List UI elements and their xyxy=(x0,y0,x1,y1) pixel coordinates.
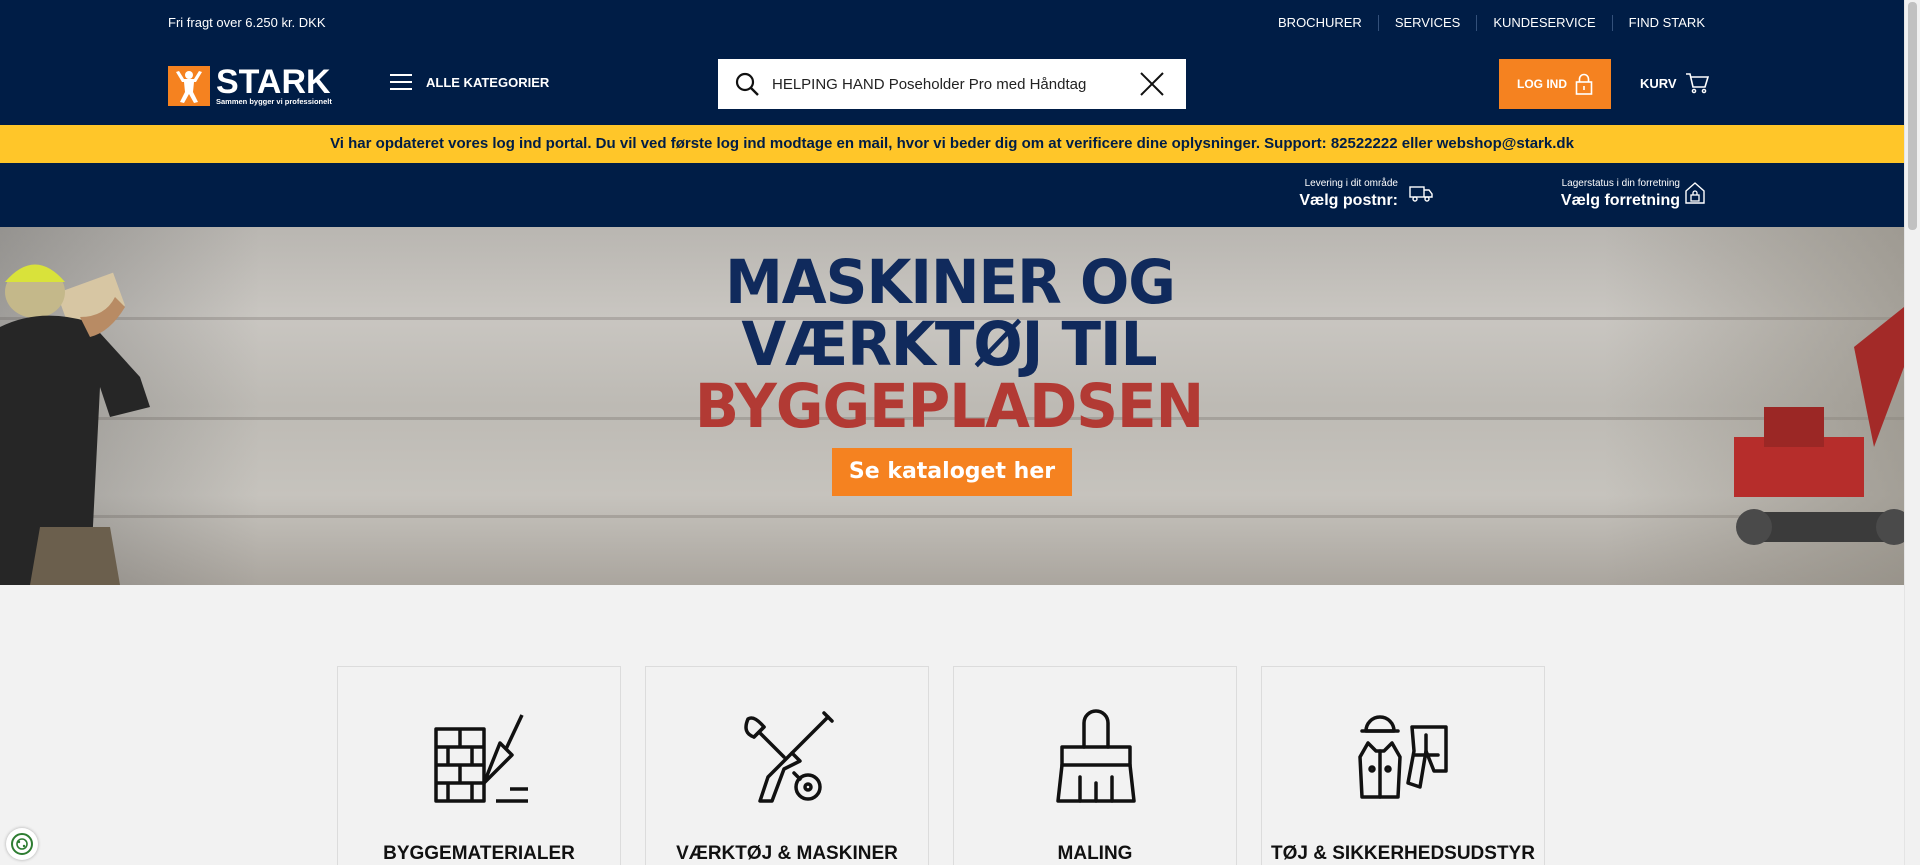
logo-name: STARK xyxy=(216,62,331,101)
brick-trowel-icon xyxy=(434,714,528,803)
delivery-small-text: Levering i dit område xyxy=(1304,178,1398,189)
category-title: VÆRKTØJ & MASKINER xyxy=(676,843,898,864)
notice-banner: Vi har opdateret vores log ind portal. D… xyxy=(0,125,1904,163)
scrollbar-thumb[interactable] xyxy=(1908,2,1917,230)
category-title: TØJ & SIKKERHEDSUDSTYR xyxy=(1271,843,1535,864)
logo-mark-icon xyxy=(168,66,210,106)
category-cards: BYGGEMATERIALER VÆRKTØJ & MASKINER MALIN… xyxy=(337,666,1545,865)
site-header: Fri fragt over 6.250 kr. DKK BROCHURER S… xyxy=(0,0,1920,125)
cart-button[interactable]: KURV xyxy=(1640,72,1709,94)
store-selector[interactable]: Lagerstatus i din forretning Vælg forret… xyxy=(1540,178,1680,212)
store-choose: Vælg forretning xyxy=(1560,192,1680,209)
hero-banner[interactable]: MASKINER OG VÆRKTØJ TIL BYGGEPLADSEN Se … xyxy=(0,227,1904,585)
link-find-stark[interactable]: FIND STARK xyxy=(1611,15,1705,31)
search-icon[interactable] xyxy=(734,71,760,97)
paintbrush-icon xyxy=(1056,709,1136,803)
scrollbar[interactable] xyxy=(1904,0,1920,865)
link-kundeservice[interactable]: KUNDESERVICE xyxy=(1476,15,1611,31)
delivery-postcode: Vælg postnr: xyxy=(1299,192,1398,209)
lock-icon xyxy=(1575,73,1593,95)
tools-icon xyxy=(744,711,834,803)
cookie-settings-icon[interactable] xyxy=(6,828,38,860)
delivery-selector[interactable]: Levering i dit område Vælg postnr: xyxy=(1299,178,1398,212)
top-bar: Fri fragt over 6.250 kr. DKK BROCHURER S… xyxy=(168,15,1705,31)
logo-tagline: Sammen bygger vi professionelt xyxy=(216,96,332,106)
link-brochurer[interactable]: BROCHURER xyxy=(1262,15,1378,31)
search-input[interactable] xyxy=(772,75,1132,93)
cart-label: KURV xyxy=(1640,75,1677,91)
category-card-toej[interactable]: TØJ & SIKKERHEDSUDSTYR xyxy=(1261,666,1545,865)
location-bar: Levering i dit område Vælg postnr: Lager… xyxy=(0,163,1904,227)
hero-line-3: BYGGEPLADSEN xyxy=(694,370,1204,442)
category-card-byggematerialer[interactable]: BYGGEMATERIALER xyxy=(337,666,621,865)
category-card-maling[interactable]: MALING xyxy=(953,666,1237,865)
catalog-button[interactable]: Se kataloget her xyxy=(832,448,1072,496)
login-button[interactable]: LOG IND xyxy=(1499,59,1611,109)
search-bar xyxy=(718,59,1186,109)
safety-gear-icon xyxy=(1358,715,1448,799)
category-title: BYGGEMATERIALER xyxy=(383,843,575,864)
category-title: MALING xyxy=(1057,843,1133,864)
hero-line-2: VÆRKTØJ TIL xyxy=(741,308,1157,380)
top-links: BROCHURER SERVICES KUNDESERVICE FIND STA… xyxy=(1262,15,1705,31)
hamburger-icon xyxy=(390,72,412,92)
free-shipping-text: Fri fragt over 6.250 kr. DKK xyxy=(168,15,326,30)
login-label: LOG IND xyxy=(1517,77,1567,91)
all-categories-button[interactable]: ALLE KATEGORIER xyxy=(390,72,549,92)
all-categories-label: ALLE KATEGORIER xyxy=(426,74,550,90)
clear-search-icon[interactable] xyxy=(1138,70,1166,98)
link-services[interactable]: SERVICES xyxy=(1377,15,1477,31)
truck-icon[interactable] xyxy=(1409,185,1433,203)
stark-logo[interactable]: STARK Sammen bygger vi professionelt xyxy=(168,62,346,106)
cart-icon xyxy=(1685,73,1709,94)
hero-line-1: MASKINER OG xyxy=(725,246,1176,318)
category-card-vaerktoej[interactable]: VÆRKTØJ & MASKINER xyxy=(645,666,929,865)
store-small-text: Lagerstatus i din forretning xyxy=(1561,178,1680,189)
store-lock-icon[interactable] xyxy=(1684,181,1706,205)
